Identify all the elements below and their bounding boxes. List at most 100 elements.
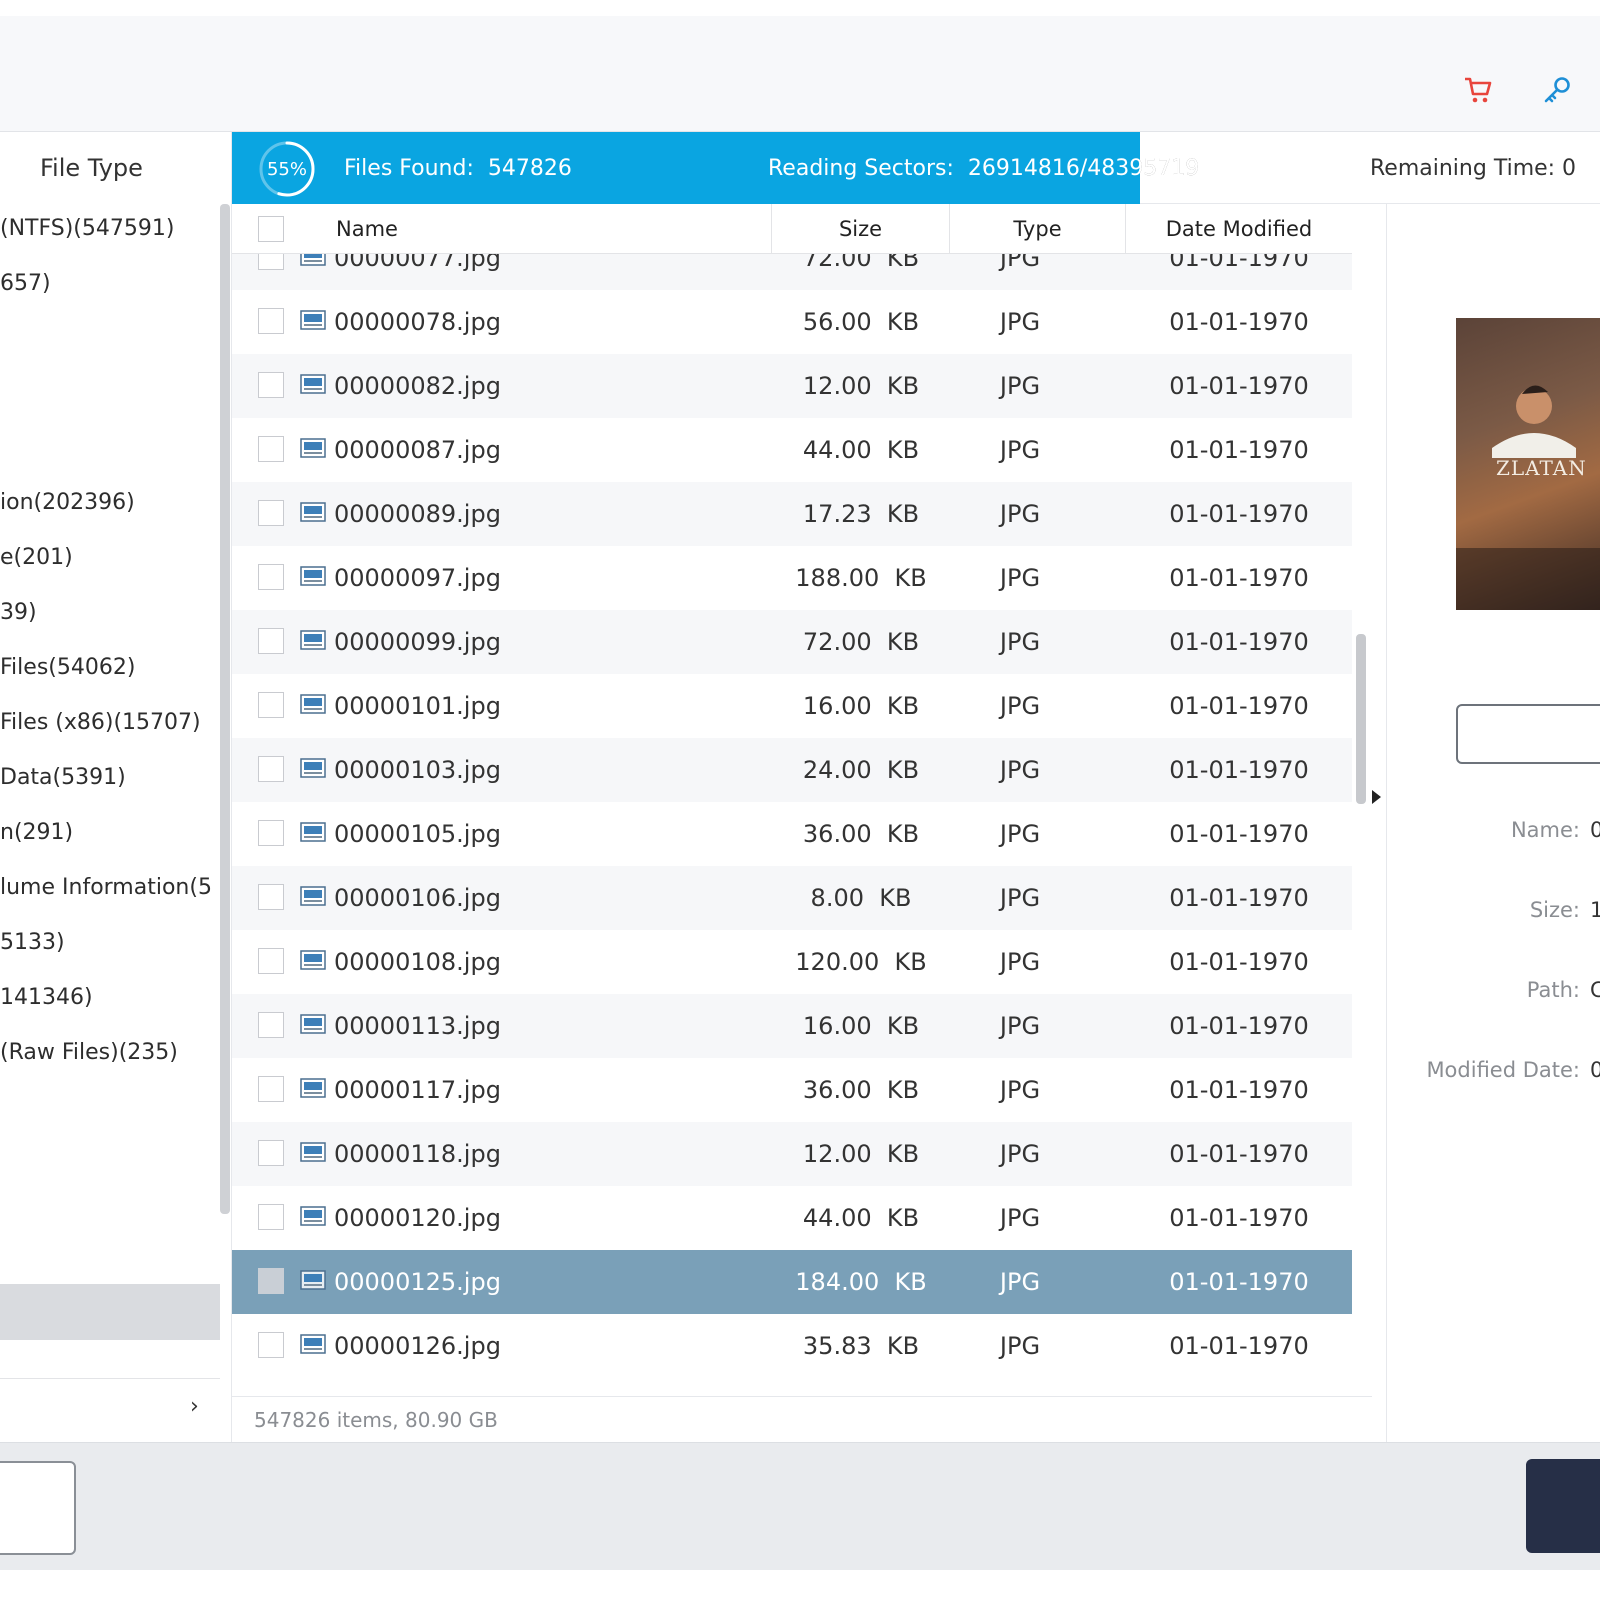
table-row[interactable]: 00000097.jpg 188.00 KB JPG 01-01-1970 <box>232 546 1352 610</box>
select-all-checkbox[interactable] <box>258 216 284 242</box>
row-checkbox[interactable] <box>258 564 284 590</box>
table-row[interactable]: 00000105.jpg 36.00 KB JPG 01-01-1970 <box>232 802 1352 866</box>
cart-icon[interactable] <box>1458 70 1498 110</box>
sidebar-item-program-files-x86[interactable]: Files (x86)(15707) <box>0 710 201 735</box>
prop-size-value: 1 <box>1590 898 1600 922</box>
column-header-name[interactable]: Name <box>312 204 772 254</box>
row-checkbox[interactable] <box>258 628 284 654</box>
file-size: 8.00 KB <box>810 884 912 912</box>
file-size: 188.00 KB <box>795 564 927 592</box>
sidebar-item[interactable]: 657) <box>0 271 51 296</box>
file-type: JPG <box>999 1268 1041 1296</box>
image-file-icon <box>300 886 326 906</box>
sidebar-item-program-files[interactable]: Files(54062) <box>0 655 135 680</box>
sidebar-item[interactable]: 141346) <box>0 985 93 1010</box>
table-row[interactable]: 00000108.jpg 120.00 KB JPG 01-01-1970 <box>232 930 1352 994</box>
image-file-icon <box>300 502 326 522</box>
file-name: 00000105.jpg <box>334 820 501 848</box>
table-row[interactable]: 00000118.jpg 12.00 KB JPG 01-01-1970 <box>232 1122 1352 1186</box>
row-checkbox[interactable] <box>258 500 284 526</box>
scan-status-bar: Remaining Time: 0 Reading Sectors: 26914… <box>232 132 1600 204</box>
file-type: JPG <box>999 372 1041 400</box>
image-file-icon <box>300 758 326 778</box>
row-checkbox[interactable] <box>258 948 284 974</box>
sidebar-item-system-volume-information[interactable]: lume Information(5 <box>0 875 212 900</box>
sidebar-item[interactable]: 39) <box>0 600 37 625</box>
file-date-modified: 01-01-1970 <box>1169 756 1309 784</box>
collapse-preview-icon[interactable] <box>1372 790 1381 804</box>
sectors-label-light: Reading Sectors: 26914816/48395719 <box>768 155 1200 181</box>
table-scrollbar[interactable] <box>1352 204 1370 1370</box>
row-checkbox[interactable] <box>258 884 284 910</box>
file-date-modified: 01-01-1970 <box>1169 436 1309 464</box>
row-checkbox[interactable] <box>258 692 284 718</box>
table-row[interactable]: 00000089.jpg 17.23 KB JPG 01-01-1970 <box>232 482 1352 546</box>
file-date-modified: 01-01-1970 <box>1169 308 1309 336</box>
column-header-type[interactable]: Type <box>950 204 1126 254</box>
row-checkbox[interactable] <box>258 1332 284 1358</box>
image-file-icon <box>300 566 326 586</box>
column-header-size[interactable]: Size <box>772 204 950 254</box>
file-type: JPG <box>999 1140 1041 1168</box>
image-file-icon <box>300 694 326 714</box>
chevron-right-icon[interactable]: › <box>190 1394 199 1419</box>
sidebar-selected-item[interactable] <box>0 1284 220 1340</box>
file-size: 56.00 KB <box>802 308 920 336</box>
row-checkbox[interactable] <box>258 820 284 846</box>
image-file-icon <box>300 310 326 330</box>
sidebar-item-raw-files[interactable]: (Raw Files)(235) <box>0 1040 178 1065</box>
file-size: 36.00 KB <box>802 1076 920 1104</box>
sidebar-item-ntfs[interactable]: (NTFS)(547591) <box>0 216 174 241</box>
table-row[interactable]: 00000101.jpg 16.00 KB JPG 01-01-1970 <box>232 674 1352 738</box>
file-type: JPG <box>999 820 1041 848</box>
file-date-modified: 01-01-1970 <box>1169 884 1309 912</box>
sidebar-item[interactable]: ion(202396) <box>0 490 135 515</box>
file-date-modified: 01-01-1970 <box>1169 692 1309 720</box>
sidebar-divider <box>0 1378 220 1379</box>
file-size: 24.00 KB <box>802 756 920 784</box>
table-row[interactable]: 00000099.jpg 72.00 KB JPG 01-01-1970 <box>232 610 1352 674</box>
table-scrollbar-thumb[interactable] <box>1356 634 1366 804</box>
table-row[interactable]: 00000126.jpg 35.83 KB JPG 01-01-1970 <box>232 1314 1352 1378</box>
table-row[interactable]: 00000078.jpg 56.00 KB JPG 01-01-1970 <box>232 290 1352 354</box>
column-header-date-modified[interactable]: Date Modified <box>1126 204 1352 254</box>
row-checkbox[interactable] <box>258 1204 284 1230</box>
table-row[interactable]: 00000117.jpg 36.00 KB JPG 01-01-1970 <box>232 1058 1352 1122</box>
preview-button[interactable] <box>1456 704 1600 764</box>
row-checkbox[interactable] <box>258 1012 284 1038</box>
image-file-icon <box>300 1014 326 1034</box>
sidebar-item[interactable]: n(291) <box>0 820 73 845</box>
file-type: JPG <box>999 564 1041 592</box>
files-found: Files Found: 547826 <box>344 155 572 181</box>
row-checkbox[interactable] <box>258 308 284 334</box>
row-checkbox[interactable] <box>258 756 284 782</box>
row-checkbox[interactable] <box>258 1268 284 1294</box>
key-icon[interactable] <box>1537 70 1577 110</box>
scan-progress-fill: 55% Files Found: 547826 Reading Sectors:… <box>232 132 1199 204</box>
sidebar-item-program-data[interactable]: Data(5391) <box>0 765 126 790</box>
table-row[interactable]: 00000087.jpg 44.00 KB JPG 01-01-1970 <box>232 418 1352 482</box>
sidebar-item[interactable]: e(201) <box>0 545 73 570</box>
file-date-modified: 01-01-1970 <box>1169 500 1309 528</box>
page-bottom-margin <box>0 1570 1600 1600</box>
row-checkbox[interactable] <box>258 372 284 398</box>
row-checkbox[interactable] <box>258 1076 284 1102</box>
table-row[interactable]: 00000120.jpg 44.00 KB JPG 01-01-1970 <box>232 1186 1352 1250</box>
file-date-modified: 01-01-1970 <box>1169 564 1309 592</box>
table-row[interactable]: 00000113.jpg 16.00 KB JPG 01-01-1970 <box>232 994 1352 1058</box>
sidebar-item[interactable]: 5133) <box>0 930 65 955</box>
table-row[interactable]: 00000103.jpg 24.00 KB JPG 01-01-1970 <box>232 738 1352 802</box>
file-size: 17.23 KB <box>802 500 920 528</box>
row-checkbox[interactable] <box>258 1140 284 1166</box>
sidebar-scrollbar[interactable] <box>220 204 230 1214</box>
sidebar-list: (NTFS)(547591) 657) ion(202396) e(201) 3… <box>0 204 220 1384</box>
table-row[interactable]: 00000125.jpg 184.00 KB JPG 01-01-1970 <box>232 1250 1352 1314</box>
table-row[interactable]: 00000106.jpg 8.00 KB JPG 01-01-1970 <box>232 866 1352 930</box>
recover-button[interactable] <box>1526 1459 1600 1553</box>
back-button[interactable] <box>0 1461 76 1555</box>
file-type-sidebar: File Type (NTFS)(547591) 657) ion(202396… <box>0 132 232 1442</box>
file-size: 36.00 KB <box>802 820 920 848</box>
table-row[interactable]: 00000082.jpg 12.00 KB JPG 01-01-1970 <box>232 354 1352 418</box>
row-checkbox[interactable] <box>258 436 284 462</box>
file-size: 184.00 KB <box>795 1268 927 1296</box>
